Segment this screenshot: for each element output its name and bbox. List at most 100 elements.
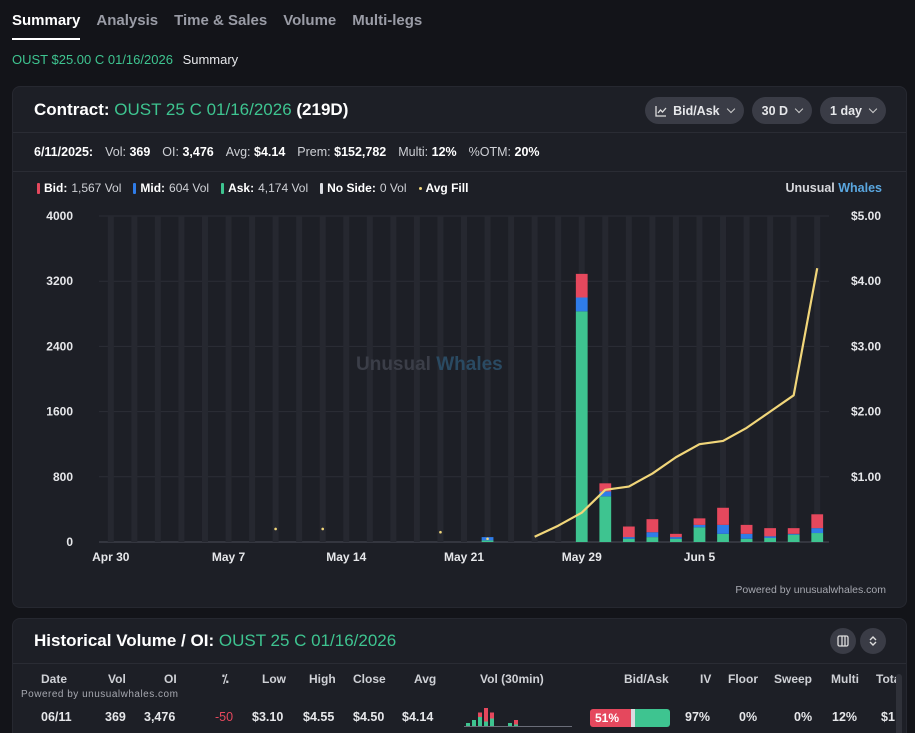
column-band xyxy=(484,216,491,542)
stat-multi: Multi: 12% xyxy=(398,145,457,159)
cell-vol: 369 xyxy=(105,710,126,724)
col-header-iv[interactable]: IV xyxy=(700,672,711,686)
col-header-floor[interactable]: Floor xyxy=(728,672,758,686)
chevron-down-icon xyxy=(794,104,804,114)
x-tick-label: May 7 xyxy=(212,550,246,564)
watermark-text: Unusual Whales xyxy=(356,354,503,375)
historical-title: Historical Volume / OI: OUST 25 C 01/16/… xyxy=(34,631,397,650)
y-axis-right: $5.00 $4.00 $3.00 $2.00 $1.00 xyxy=(851,209,881,484)
y-tick-label-right: $1.00 xyxy=(851,470,881,484)
cell-date: 06/11 xyxy=(41,710,72,724)
sparkline-bar-ask xyxy=(478,717,482,726)
bar-bid xyxy=(622,526,635,538)
tab-summary[interactable]: Summary xyxy=(12,0,81,40)
column-band xyxy=(154,216,161,542)
col-header-high[interactable]: High xyxy=(309,672,336,686)
column-band xyxy=(743,216,750,542)
contract-label: Contract: xyxy=(34,100,110,119)
stat-vol: Vol: 369 xyxy=(105,145,151,159)
historical-card: Historical Volume / OI: OUST 25 C 01/16/… xyxy=(12,618,907,733)
cell-oi-change: -50 xyxy=(215,710,234,724)
tab-analysis[interactable]: Analysis xyxy=(96,0,158,40)
sparkline-bar-ask xyxy=(466,723,470,726)
y-tick-label-left: 4000 xyxy=(46,209,73,223)
tab-multi-legs[interactable]: Multi-legs xyxy=(352,0,422,40)
column-band xyxy=(814,216,821,542)
sparkline-bar-bid xyxy=(478,712,482,717)
col-header-low[interactable]: Low xyxy=(262,672,286,686)
volume-chart: Unusual Whales 4000 3200 2400 1600 800 0 $5.0… xyxy=(46,209,881,564)
col-header-close[interactable]: Close xyxy=(353,672,386,686)
bar-mid xyxy=(646,532,659,538)
cell-close: $4.50 xyxy=(353,710,385,724)
cell-sweep: 0% xyxy=(794,710,813,724)
bar-ask xyxy=(740,538,753,542)
powered-by-text: Powered by unusualwhales.com xyxy=(735,584,886,596)
contract-title: Contract: OUST 25 C 01/16/2026 (219D) xyxy=(34,100,348,120)
column-band xyxy=(249,216,256,542)
sparkline-bar-bid xyxy=(484,708,488,722)
tab-volume[interactable]: Volume xyxy=(283,0,336,40)
columns-icon[interactable] xyxy=(830,628,856,654)
chart-grid xyxy=(99,215,829,543)
bar-mid xyxy=(811,528,824,534)
column-band xyxy=(437,216,444,542)
legend-no-side[interactable]: No Side: 0 Vol xyxy=(320,181,407,195)
col-header-vol-30min[interactable]: Vol (30min) xyxy=(480,672,544,686)
divider xyxy=(13,663,906,664)
bar-ask xyxy=(787,534,800,542)
col-header-sweep[interactable]: Sweep xyxy=(774,672,812,686)
bar-mid xyxy=(764,536,777,538)
cell-low: $3.10 xyxy=(252,710,284,724)
y-tick-label-left: 1600 xyxy=(46,405,73,419)
contract-symbol: OUST 25 C 01/16/2026 xyxy=(114,100,292,119)
sparkline-bar-bid xyxy=(514,720,518,725)
mode-dropdown-label: Bid/Ask xyxy=(673,103,720,118)
chart-watermark: Unusual Whales xyxy=(356,354,503,375)
bar-ask xyxy=(764,537,777,542)
legend-mid[interactable]: Mid: 604 Vol xyxy=(133,181,209,195)
scrollbar[interactable] xyxy=(896,674,902,733)
mode-dropdown[interactable]: Bid/Ask xyxy=(645,97,744,124)
contract-stats: 6/11/2025: Vol: 369 OI: 3,476 Avg: $4.14… xyxy=(34,145,540,159)
ask-share-bar xyxy=(634,709,670,727)
sparkline-bar-ask xyxy=(472,720,476,726)
legend-ask[interactable]: Ask: 4,174 Vol xyxy=(221,181,308,195)
col-header-date[interactable]: Date xyxy=(41,672,67,686)
bar-ask xyxy=(811,533,824,542)
col-header-avg[interactable]: Avg xyxy=(414,672,436,686)
cell-iv: 97% xyxy=(685,710,711,724)
breadcrumb-symbol[interactable]: OUST $25.00 C 01/16/2026 xyxy=(12,52,173,67)
legend-avg-fill[interactable]: Avg Fill xyxy=(418,181,468,195)
bar-mid xyxy=(787,533,800,535)
interval-dropdown[interactable]: 1 day xyxy=(820,97,886,124)
column-band xyxy=(201,216,208,542)
y-tick-label-left: 800 xyxy=(53,470,73,484)
tab-time-and-sales[interactable]: Time & Sales xyxy=(174,0,267,40)
expand-collapse-icon[interactable] xyxy=(860,628,886,654)
range-dropdown[interactable]: 30 D xyxy=(751,97,813,124)
col-header-oi[interactable]: OI xyxy=(164,672,177,686)
sparkline-bar-bid xyxy=(490,712,494,719)
x-axis: Apr 30 May 7 May 14 May 21 May 29 Jun 5 xyxy=(92,550,715,564)
bar-mid xyxy=(622,537,635,539)
legend-bid[interactable]: Bid: 1,567 Vol xyxy=(37,181,121,195)
chevron-down-icon xyxy=(726,104,735,114)
powered-by-text: Powered by unusualwhales.com xyxy=(21,689,179,700)
column-band xyxy=(131,216,138,542)
column-band xyxy=(555,216,562,542)
col-header-bid-ask[interactable]: Bid/Ask xyxy=(624,672,669,686)
bar-bid xyxy=(740,524,753,534)
col-header-multi[interactable]: Multi xyxy=(831,672,859,686)
bar-ask xyxy=(670,538,682,542)
breadcrumb: OUST $25.00 C 01/16/2026 Summary xyxy=(12,52,238,67)
col-header-vol[interactable]: Vol xyxy=(108,672,126,686)
col-header-oi-change[interactable]: ⁒ xyxy=(222,672,229,686)
column-band xyxy=(767,216,774,542)
cell-avg: $4.14 xyxy=(402,710,434,724)
avg-fill-point xyxy=(439,530,442,534)
line-chart-icon xyxy=(655,105,667,117)
bid-share-bar: 51% xyxy=(590,709,631,727)
bar-mid xyxy=(693,524,706,528)
column-band xyxy=(625,216,632,542)
